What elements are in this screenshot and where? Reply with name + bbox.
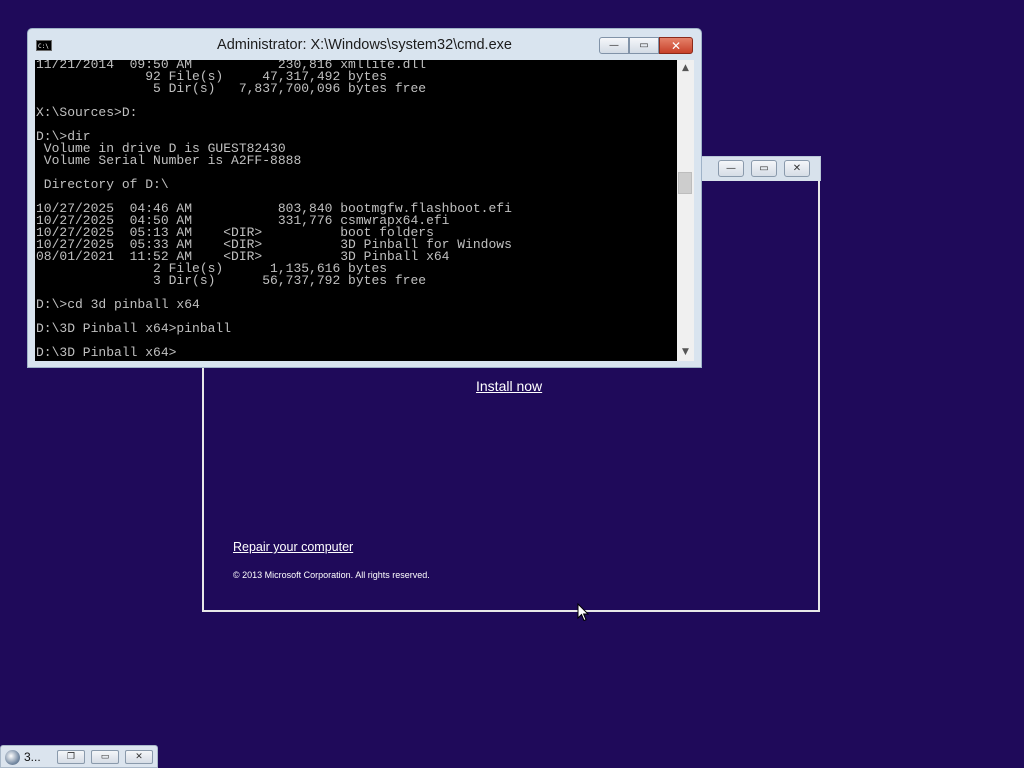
cmd-maximize-button[interactable]: ▭ (629, 37, 659, 54)
cmd-close-button[interactable]: ✕ (659, 37, 693, 54)
console-area[interactable]: 11/21/2014 09:50 AM 230,816 xmllite.dll … (35, 60, 694, 361)
copyright-text: © 2013 Microsoft Corporation. All rights… (233, 570, 430, 580)
scroll-down-arrow-icon[interactable]: ▼ (677, 344, 694, 361)
minimized-window-tab[interactable]: 3... ❐ ▭ ✕ (0, 745, 158, 768)
install-now-link[interactable]: Install now (476, 378, 542, 394)
taskbar-close-button[interactable]: ✕ (125, 750, 153, 764)
setup-maximize-button[interactable]: ▭ (751, 160, 777, 177)
repair-computer-link[interactable]: Repair your computer (233, 540, 353, 554)
minimized-window-label: 3... (24, 750, 41, 764)
cmd-window[interactable]: C:\ Administrator: X:\Windows\system32\c… (27, 28, 702, 368)
scroll-thumb[interactable] (678, 172, 692, 194)
setup-titlebar: — ▭ ✕ (700, 156, 821, 181)
console-scrollbar[interactable]: ▲ ▼ (677, 60, 694, 361)
cmd-window-controls: — ▭ ✕ (599, 37, 693, 55)
console-output[interactable]: 11/21/2014 09:50 AM 230,816 xmllite.dll … (36, 60, 512, 359)
scroll-up-arrow-icon[interactable]: ▲ (677, 60, 694, 77)
taskbar-restore-button[interactable]: ❐ (57, 750, 85, 764)
setup-minimize-button[interactable]: — (718, 160, 744, 177)
cmd-minimize-button[interactable]: — (599, 37, 629, 54)
mouse-pointer-icon (577, 603, 589, 622)
taskbar-maximize-button[interactable]: ▭ (91, 750, 119, 764)
cmd-titlebar[interactable]: C:\ Administrator: X:\Windows\system32\c… (28, 29, 701, 60)
setup-disc-icon (5, 750, 20, 765)
setup-close-button[interactable]: ✕ (784, 160, 810, 177)
